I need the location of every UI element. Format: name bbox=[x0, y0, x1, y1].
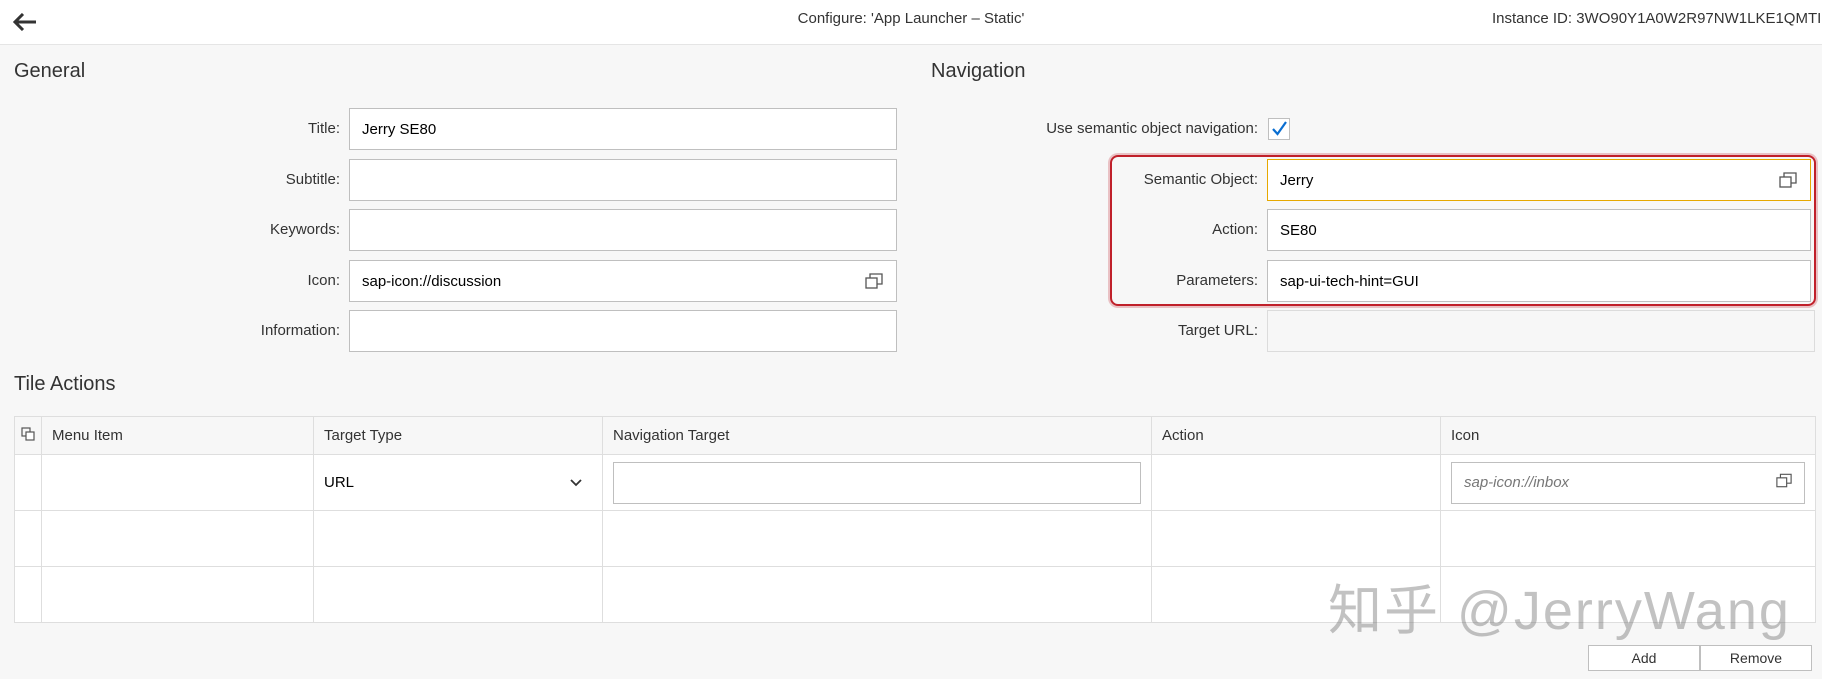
value-help-icon[interactable] bbox=[1776, 473, 1792, 492]
remove-button[interactable]: Remove bbox=[1700, 645, 1812, 671]
table-row bbox=[14, 510, 1816, 567]
action-label: Action: bbox=[1212, 221, 1258, 238]
row-selector-cell[interactable] bbox=[14, 454, 42, 511]
icon-label: Icon: bbox=[307, 272, 340, 289]
title-field[interactable]: Jerry SE80 bbox=[349, 108, 897, 150]
column-header-target-type: Target Type bbox=[313, 416, 603, 455]
subtitle-label: Subtitle: bbox=[285, 171, 340, 188]
parameters-label: Parameters: bbox=[1176, 272, 1258, 289]
title-field-value: Jerry SE80 bbox=[362, 120, 437, 138]
column-settings-icon bbox=[21, 426, 35, 441]
value-help-icon[interactable] bbox=[864, 271, 884, 291]
table-cell bbox=[41, 566, 314, 623]
icon-field[interactable]: sap-icon://discussion bbox=[349, 260, 897, 302]
target-url-label: Target URL: bbox=[1177, 322, 1258, 339]
table-cell bbox=[313, 510, 603, 567]
semantic-nav-label: Use semantic object navigation: bbox=[1046, 120, 1258, 137]
table-cell bbox=[14, 510, 42, 567]
action-cell[interactable] bbox=[1151, 454, 1441, 511]
value-help-icon[interactable] bbox=[1778, 170, 1798, 190]
table-cell bbox=[1440, 510, 1816, 567]
watermark: 知乎 @JerryWang bbox=[1328, 581, 1791, 641]
tile-icon-placeholder: sap-icon://inbox bbox=[1464, 474, 1570, 491]
target-url-field[interactable] bbox=[1267, 310, 1815, 352]
semantic-object-value: Jerry bbox=[1280, 171, 1314, 189]
target-type-cell: URL bbox=[313, 454, 603, 511]
action-field-value: SE80 bbox=[1280, 221, 1317, 239]
semantic-object-field[interactable]: Jerry bbox=[1267, 159, 1811, 201]
parameters-field[interactable]: sap-ui-tech-hint=GUI bbox=[1267, 260, 1811, 302]
subtitle-field[interactable] bbox=[349, 159, 897, 201]
action-field[interactable]: SE80 bbox=[1267, 209, 1811, 251]
table-cell bbox=[1151, 510, 1441, 567]
menu-item-cell[interactable] bbox=[41, 454, 314, 511]
table-cell bbox=[41, 510, 314, 567]
column-header-action: Action bbox=[1151, 416, 1441, 455]
navigation-target-cell bbox=[602, 454, 1152, 511]
column-header-menu-item: Menu Item bbox=[41, 416, 314, 455]
navigation-target-input[interactable] bbox=[613, 461, 1141, 504]
icon-cell: sap-icon://inbox bbox=[1440, 454, 1816, 511]
table-cell bbox=[602, 510, 1152, 567]
navigation-section-title: Navigation bbox=[931, 60, 1026, 82]
table-cell bbox=[313, 566, 603, 623]
chevron-down-icon bbox=[570, 478, 582, 486]
semantic-nav-checkbox[interactable] bbox=[1268, 118, 1290, 140]
information-label: Information: bbox=[260, 322, 340, 339]
tile-icon-input[interactable]: sap-icon://inbox bbox=[1451, 461, 1805, 504]
target-type-select[interactable]: URL bbox=[324, 463, 592, 503]
header-bar: Configure: 'App Launcher – Static' Insta… bbox=[0, 0, 1822, 45]
parameters-field-value: sap-ui-tech-hint=GUI bbox=[1280, 272, 1419, 290]
table-cell bbox=[14, 566, 42, 623]
tile-actions-section-title: Tile Actions bbox=[14, 373, 116, 395]
table-cell bbox=[602, 566, 1152, 623]
information-field[interactable] bbox=[349, 310, 897, 352]
column-settings-cell[interactable] bbox=[14, 416, 42, 455]
keywords-field[interactable] bbox=[349, 209, 897, 251]
target-type-value: URL bbox=[324, 474, 355, 491]
keywords-label: Keywords: bbox=[269, 221, 340, 238]
icon-field-value: sap-icon://discussion bbox=[362, 272, 502, 290]
title-label: Title: bbox=[308, 120, 340, 137]
column-header-navigation-target: Navigation Target bbox=[602, 416, 1152, 455]
table-header-row: Menu Item Target Type Navigation Target … bbox=[14, 416, 1816, 455]
semantic-object-label: Semantic Object: bbox=[1143, 171, 1258, 188]
add-button[interactable]: Add bbox=[1588, 645, 1700, 671]
general-section-title: General bbox=[14, 60, 86, 82]
checkmark-icon bbox=[1272, 121, 1287, 136]
instance-id: Instance ID: 3WO90Y1A0W2R97NW1LKE1QMTI bbox=[1492, 10, 1822, 27]
column-header-icon: Icon bbox=[1440, 416, 1816, 455]
table-row: URL sap-icon://inbox bbox=[14, 454, 1816, 511]
